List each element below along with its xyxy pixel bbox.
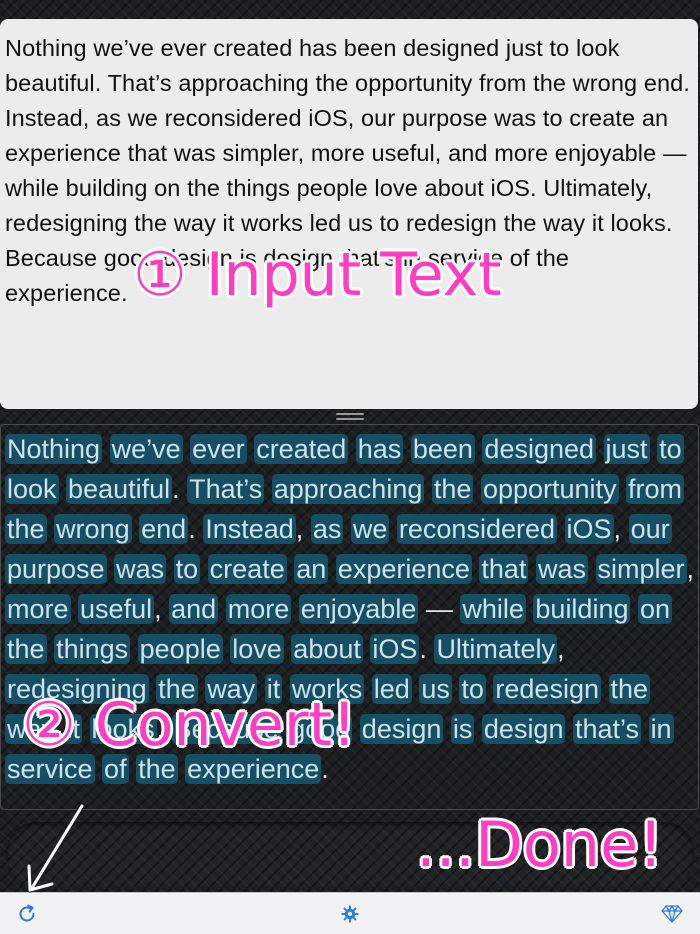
word-chip: from [626, 474, 685, 504]
handle-line [336, 418, 364, 420]
word-chip: our [628, 514, 672, 544]
word-chip: design [359, 714, 444, 744]
word-chip: on [638, 594, 673, 624]
word-chip: was [114, 554, 167, 584]
word-chip: approaching [271, 474, 425, 504]
word-chip: redesign [493, 674, 601, 704]
word-chip: reconsidered [396, 514, 557, 544]
word-chip: simpler [595, 554, 687, 584]
word-chip: the [431, 474, 474, 504]
word-chip: useful [78, 594, 155, 624]
diamond-icon [661, 905, 683, 923]
word-chip: love [230, 634, 284, 664]
word-chip: designed [482, 434, 597, 464]
word-chip: things [54, 634, 131, 664]
word-chip: is [450, 714, 475, 744]
word-chip: to [173, 554, 201, 584]
word-chip: the [608, 674, 651, 704]
word-chip: to [459, 674, 486, 704]
bottom-toolbar [0, 892, 700, 934]
word-chip: that’s [573, 714, 642, 744]
word-chip: end [139, 514, 189, 544]
punctuation-token: . [188, 514, 196, 544]
punctuation-token: , [686, 554, 695, 584]
pointer-arrow [26, 803, 85, 893]
settings-button[interactable] [337, 901, 363, 927]
input-text-panel[interactable]: Nothing we’ve ever created has been desi… [0, 19, 698, 409]
word-chip: more [5, 594, 71, 624]
gear-icon [341, 905, 359, 923]
word-chip: to [657, 434, 684, 464]
word-chip: That’s [187, 474, 265, 504]
word-chip: led [371, 674, 412, 704]
punctuation-token: , [154, 594, 162, 624]
word-chip: purpose [5, 554, 107, 584]
done-annotation: ...Done! [416, 808, 664, 881]
word-chip: was [535, 554, 588, 584]
word-chip: the [5, 514, 47, 544]
word-chip: and [169, 594, 219, 624]
punctuation-token: . [419, 634, 427, 664]
word-chip: people [137, 634, 223, 664]
word-chip: about [291, 634, 363, 664]
word-chip: as [310, 514, 344, 544]
word-chip: just [603, 434, 650, 464]
app-window: Nothing we’ve ever created has been desi… [0, 0, 700, 934]
word-chip: Ultimately [434, 634, 557, 664]
word-chip: has [355, 434, 404, 464]
word-chip: been [410, 434, 475, 464]
step2-annotation: ② Convert! [22, 690, 357, 760]
word-chip: that [479, 554, 529, 584]
premium-button[interactable] [659, 901, 685, 927]
word-chip: experience [335, 554, 472, 584]
word-chip: look [5, 474, 59, 504]
word-chip: an [294, 554, 329, 584]
punctuation-token: . [172, 474, 180, 504]
word-chip: ever [190, 434, 247, 464]
punctuation-token: , [613, 514, 622, 544]
word-chip: we [350, 514, 390, 544]
word-chip: more [225, 594, 292, 624]
word-chip: enjoyable [298, 594, 419, 624]
word-chip: created [254, 434, 349, 464]
word-chip: in [648, 714, 674, 744]
word-chip: opportunity [480, 474, 619, 504]
word-chip: building [533, 594, 631, 624]
refresh-icon [19, 904, 35, 922]
word-chip: beautiful [66, 474, 173, 504]
convert-button[interactable] [14, 901, 40, 927]
punctuation-token: , [295, 514, 304, 544]
handle-line [336, 413, 364, 415]
word-chip: we’ve [109, 434, 183, 464]
punctuation-token: — [425, 594, 453, 624]
word-chip: iOS [564, 514, 614, 544]
word-chip: wrong [54, 514, 132, 544]
word-chip: design [481, 714, 566, 744]
punctuation-token: , [556, 634, 565, 664]
word-chip: while [460, 594, 526, 624]
word-chip: Nothing [5, 434, 103, 464]
step1-annotation: ① Input Text [133, 240, 502, 310]
resize-handle[interactable] [336, 410, 364, 422]
word-chip: the [5, 634, 47, 664]
word-chip: iOS [370, 634, 420, 664]
word-chip: Instead [203, 514, 296, 544]
word-chip: us [419, 674, 452, 704]
word-chip: create [207, 554, 287, 584]
